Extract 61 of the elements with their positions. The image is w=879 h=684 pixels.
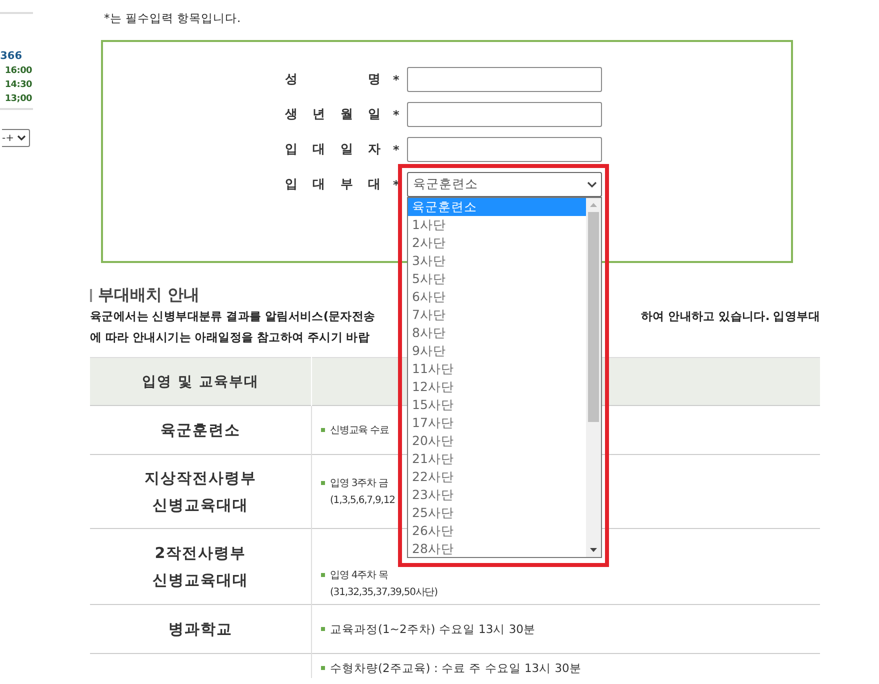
column-header: 입영 및 교육부대	[90, 358, 312, 406]
dropdown-option[interactable]: 26사단	[408, 522, 586, 540]
table-cell-text: 병과학교	[168, 618, 232, 640]
dropdown-option[interactable]: 22사단	[408, 468, 586, 486]
table-cell-text: 입영 4주차 목 (31,32,35,37,39,50사단)	[330, 569, 438, 600]
dropdown-option[interactable]: 25사단	[408, 504, 586, 522]
dropdown-option[interactable]: 11사단	[408, 360, 586, 378]
dropdown-option[interactable]: 3사단	[408, 252, 586, 270]
field-label: 성 명	[285, 71, 381, 88]
input-field[interactable]	[407, 102, 602, 127]
field-label: 생 년 월 일	[285, 106, 381, 123]
dropdown-option[interactable]: 2사단	[408, 234, 586, 252]
table-cell-text: 육군훈련소	[160, 420, 240, 440]
dropdown-option[interactable]: 6사단	[408, 288, 586, 306]
section-title: 부대배치 안내	[98, 284, 200, 306]
input-field[interactable]	[407, 67, 602, 92]
intro-text: 육군에서는 신병부대분류 결과를 알림서비스(문자전송	[90, 308, 376, 325]
dropdown-option[interactable]: 15사단	[408, 396, 586, 414]
dropdown-option[interactable]: 1사단	[408, 216, 586, 234]
dropdown-option[interactable]: 8사단	[408, 324, 586, 342]
bullet-icon	[321, 480, 325, 484]
dropdown-option[interactable]: 17사단	[408, 414, 586, 432]
heading-marker	[90, 288, 92, 302]
time-text: 13;00	[4, 93, 32, 106]
dropdown-option[interactable]: 9사단	[408, 342, 586, 360]
table-cell-text: 입영 3주차 금 (1,3,5,6,7,9,12	[330, 476, 395, 508]
table-cell: 교육과정(1~2주차) 수요일 13시 30분	[330, 620, 536, 638]
dropdown-option[interactable]: 20사단	[408, 432, 586, 450]
dropdown-option[interactable]: 육군훈련소	[408, 198, 586, 216]
dropdown-option[interactable]: 7사단	[408, 306, 586, 324]
table-cell: 수형차량(2주교육) : 수료 주 수요일 13시 30분	[330, 660, 582, 677]
intro-text: 에 따라 안내시기는 아래일정을 참고하여 주시기 바랍	[90, 329, 371, 346]
field-label: 입 대 부 대	[285, 176, 381, 193]
scroll-thumb[interactable]	[588, 212, 599, 422]
bullet-icon	[321, 626, 325, 630]
select-field[interactable]: 육군훈련소	[407, 172, 602, 197]
table-cell-text: 지상작전사령부 신병교육대대	[144, 468, 256, 516]
bullet-icon	[321, 428, 325, 432]
scrollbar[interactable]	[586, 198, 601, 557]
table-cell-text: 신병교육 수료	[330, 424, 389, 438]
required-mark: *	[392, 72, 400, 86]
time-text: 14:30	[4, 79, 32, 92]
required-mark: *	[392, 108, 400, 122]
time-text: 16:00	[4, 65, 32, 78]
dropdown-option[interactable]: 21사단	[408, 450, 586, 468]
input-field[interactable]	[407, 137, 602, 162]
count-text: 366	[0, 49, 22, 64]
bullet-icon	[321, 573, 325, 577]
required-note: *는 필수입력 항목입니다.	[104, 11, 241, 25]
intro-text: 하여 안내하고 있습니다. 입영부대	[641, 308, 820, 325]
dropdown-option[interactable]: 5사단	[408, 270, 586, 288]
dropdown-option[interactable]: 28사단	[408, 540, 586, 558]
caret-icon	[17, 135, 26, 141]
bullet-icon	[321, 666, 325, 670]
table-cell-text: 2작전사령부 신병교육대대	[152, 542, 248, 590]
select-field[interactable]: -+	[2, 129, 30, 147]
dropdown-option[interactable]: 23사단	[408, 486, 586, 504]
caret-icon	[587, 181, 597, 188]
field-label: 입 대 일 자	[285, 141, 381, 158]
required-mark: *	[392, 142, 400, 156]
dropdown-option[interactable]: 12사단	[408, 378, 586, 396]
